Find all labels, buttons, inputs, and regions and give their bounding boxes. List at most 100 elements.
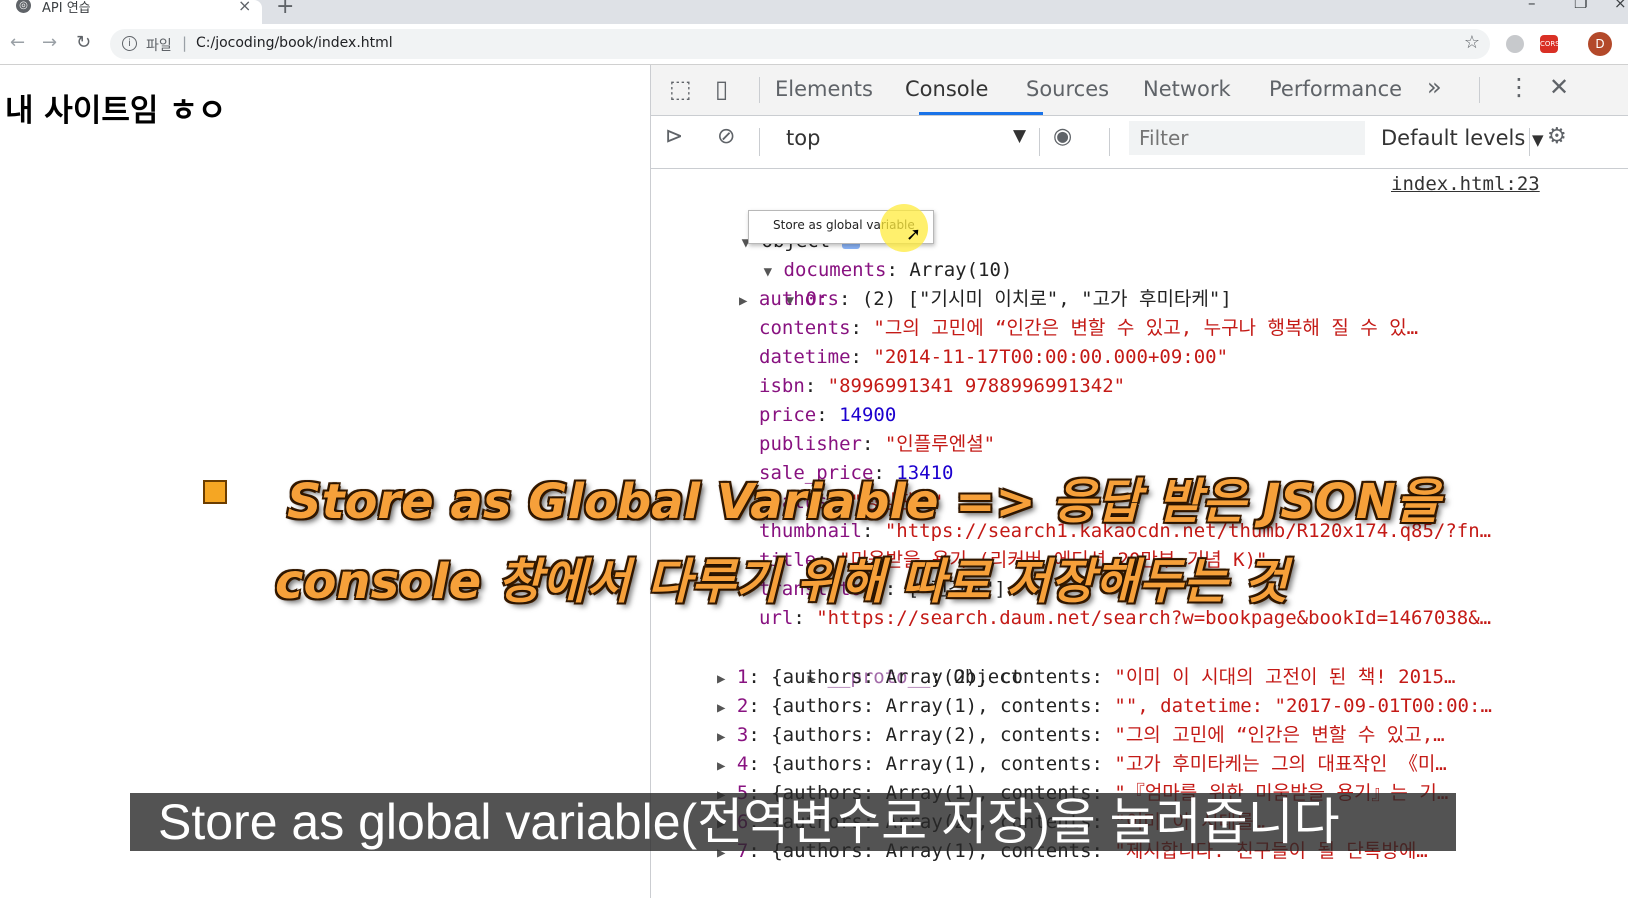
document-item-4[interactable]: ▶ 4: {authors: Array(1), contents: "고가 후… [717, 750, 1447, 779]
show-sidebar-icon[interactable]: ⊳ [665, 124, 683, 149]
log-index-0[interactable]: ▼ 0: [717, 256, 829, 310]
back-arrow-icon[interactable]: ← [10, 32, 25, 53]
item-index: 4 [736, 753, 749, 775]
log-levels-dropdown[interactable]: Default levels ▼ [1381, 126, 1544, 150]
toolbar-divider [1529, 128, 1530, 156]
profile-avatar[interactable]: D [1588, 32, 1612, 56]
expand-triangle-icon[interactable]: ▶ [717, 700, 725, 716]
item-contents: "", datetime: "2017-09-01T00:00:… [1114, 695, 1492, 717]
field-value: "2014-11-17T00:00:00.000+09:00" [873, 346, 1229, 368]
close-window-icon[interactable]: × [1614, 0, 1627, 12]
item-contents: "이미 이 시대의 고전이 된 책! 2015… [1114, 666, 1456, 688]
info-icon[interactable]: i [122, 36, 137, 51]
field-key: price [759, 404, 817, 426]
page-heading: 내 사이트임 ㅎㅇ [5, 93, 227, 129]
toolbar-divider [1039, 128, 1040, 156]
globe-icon: ◎ [16, 0, 31, 13]
tab-network[interactable]: Network [1143, 77, 1231, 101]
scheme-label: 파일 [146, 38, 172, 54]
toolbar-divider [759, 128, 760, 156]
toolbar-divider [759, 77, 760, 103]
eye-icon[interactable]: ◉ [1053, 124, 1072, 149]
browser-tab[interactable]: ◎ API 연습 × [0, 0, 262, 24]
device-toolbar-icon[interactable]: ▯ [715, 75, 728, 103]
forward-arrow-icon[interactable]: → [42, 32, 57, 53]
tab-title: API 연습 [42, 1, 91, 16]
console-settings-gear-icon[interactable]: ⚙ [1547, 124, 1567, 149]
dropdown-arrow-icon: ▼ [1531, 131, 1544, 149]
devtools-tab-bar: ⬚ ▯ Elements Console Sources Network Per… [651, 65, 1628, 116]
document-item-1[interactable]: ▶ 1: {authors: Array(2), contents: "이미 이… [717, 663, 1455, 692]
field-contents: contents: "그의 고민에 “인간은 변할 수 있고, 누구나 행복해 … [759, 317, 1419, 339]
cors-extension-icon[interactable]: CORS [1540, 35, 1560, 53]
active-tab-indicator [919, 112, 1043, 115]
video-subtitle: Store as global variable(전역변수로 저장)을 눌러줍니… [130, 793, 1456, 851]
close-tab-icon[interactable]: × [238, 0, 251, 15]
bookmark-star-icon[interactable]: ☆ [1464, 32, 1480, 53]
address-bar[interactable]: i 파일 | C:/jocoding/book/index.html ☆ [110, 29, 1490, 59]
new-tab-button[interactable]: + [276, 0, 294, 19]
inspect-element-icon[interactable]: ⬚ [669, 75, 692, 103]
caption-bullet-icon [203, 480, 227, 504]
field-price: price: 14900 [759, 404, 897, 426]
log-levels-label: Default levels [1381, 126, 1526, 150]
toolbar-divider [1479, 77, 1480, 103]
clear-console-icon[interactable]: ⊘ [717, 124, 735, 149]
field-key: authors [758, 288, 839, 310]
extension-icon[interactable] [1506, 35, 1524, 53]
dropdown-arrow-icon[interactable]: ▼ [1013, 126, 1026, 146]
item-contents: "고가 후미타케는 그의 대표작인 《미… [1114, 753, 1447, 775]
tab-console[interactable]: Console [905, 77, 988, 101]
document-item-2[interactable]: ▶ 2: {authors: Array(1), contents: "", d… [717, 692, 1492, 721]
field-key: contents [759, 317, 851, 339]
video-caption: Store as Global Variable => 응답 받은 JSON을 … [185, 460, 1545, 620]
source-link[interactable]: index.html:23 [1391, 173, 1540, 195]
tab-performance[interactable]: Performance [1269, 77, 1402, 101]
context-selector[interactable]: top [786, 126, 820, 150]
kebab-menu-icon[interactable]: ⋮ [1507, 73, 1531, 101]
close-devtools-icon[interactable]: ✕ [1549, 73, 1569, 101]
item-preview: : {authors: Array(1), contents: [748, 753, 1115, 775]
browser-toolbar: ← → ↻ i 파일 | C:/jocoding/book/index.html… [0, 24, 1628, 65]
console-toolbar: ⊳ ⊘ top ▼ ◉ Default levels ▼ ⚙ [651, 116, 1628, 169]
field-publisher: publisher: "인플루엔셜" [759, 433, 996, 455]
field-value: "그의 고민에 “인간은 변할 수 있고, 누구나 행복해 질 수 있… [873, 317, 1419, 339]
field-isbn: isbn: "8996991341 9788996991342" [759, 375, 1126, 397]
address-separator: | [182, 34, 188, 52]
document-item-3[interactable]: ▶ 3: {authors: Array(2), contents: "그의 고… [717, 721, 1445, 750]
item-index: 2 [736, 695, 749, 717]
expand-triangle-icon[interactable]: ▶ [717, 758, 725, 774]
subtitle-text: Store as global variable(전역변수로 저장)을 눌러줍니… [158, 794, 1340, 850]
caption-line-1: Store as Global Variable => 응답 받은 JSON을 [287, 474, 1441, 530]
field-value: (2) ["기시미 이치로", "고가 후미타케"] [861, 288, 1232, 310]
toolbar-divider [1109, 128, 1110, 156]
tab-strip: ◎ API 연습 × + – ❐ × [0, 0, 1628, 24]
tab-sources[interactable]: Sources [1026, 77, 1109, 101]
field-key: isbn [759, 375, 805, 397]
item-contents: "그의 고민에 “인간은 변할 수 있고,… [1114, 724, 1445, 746]
log-proto[interactable]: ▶ __proto__: Object [739, 634, 1022, 688]
url-text[interactable]: C:/jocoding/book/index.html [196, 35, 393, 51]
field-authors[interactable]: ▶ authors: (2) ["기시미 이치로", "고가 후미타케"] [739, 285, 1232, 314]
item-preview: : {authors: Array(2), contents: [748, 724, 1115, 746]
reload-icon[interactable]: ↻ [76, 32, 91, 53]
item-preview: : {authors: Array(2), contents: [748, 666, 1115, 688]
item-index: 1 [736, 666, 749, 688]
restore-icon[interactable]: ❐ [1574, 0, 1587, 12]
item-index: 3 [736, 724, 749, 746]
item-preview: : {authors: Array(1), contents: [748, 695, 1115, 717]
expand-triangle-icon[interactable]: ▶ [717, 729, 725, 745]
expand-triangle-icon[interactable]: ▶ [739, 293, 747, 309]
field-key: datetime [759, 346, 851, 368]
caption-line-2: console 창에서 다루기 위해 따로 저장해두는 것 [275, 554, 1288, 610]
minimize-icon[interactable]: – [1528, 0, 1536, 12]
expand-triangle-icon[interactable]: ▶ [717, 671, 725, 687]
field-datetime: datetime: "2014-11-17T00:00:00.000+09:00… [759, 346, 1229, 368]
field-key: publisher [759, 433, 862, 455]
field-value: "인플루엔셜" [884, 433, 996, 455]
tab-elements[interactable]: Elements [775, 77, 873, 101]
console-filter-input[interactable] [1129, 121, 1365, 155]
mouse-pointer-icon: ➚ [906, 224, 922, 245]
more-tabs-icon[interactable]: » [1427, 73, 1442, 101]
field-value: "8996991341 9788996991342" [827, 375, 1126, 397]
